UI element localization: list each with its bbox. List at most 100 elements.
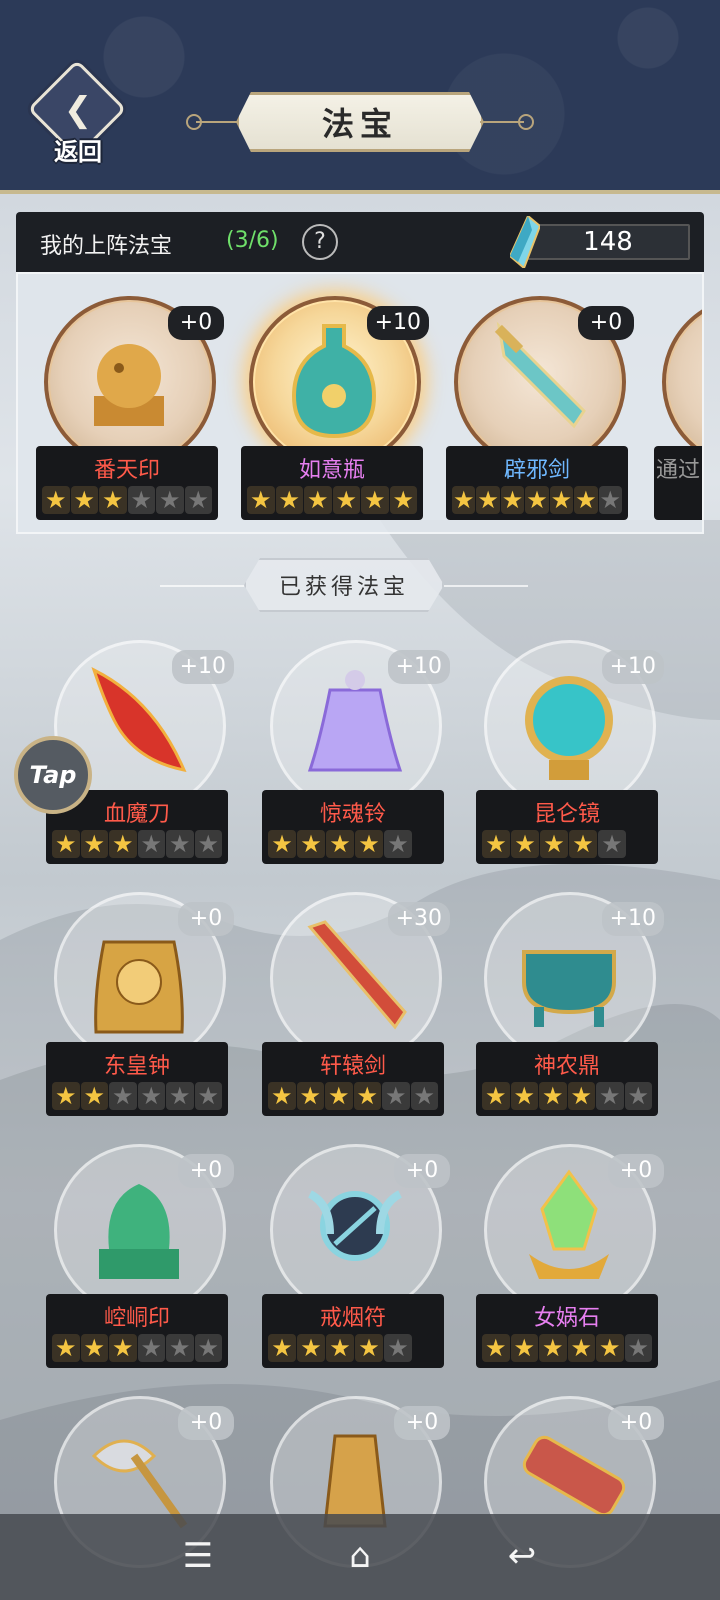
star-filled-icon: ★ bbox=[52, 830, 80, 858]
star-filled-icon: ★ bbox=[596, 1334, 624, 1362]
star-filled-icon: ★ bbox=[511, 830, 539, 858]
star-filled-icon: ★ bbox=[540, 830, 568, 858]
help-button[interactable]: ? bbox=[302, 224, 338, 260]
star-filled-icon: ★ bbox=[304, 486, 332, 514]
obtained-card[interactable]: +10 昆仑镜 ★ ★ ★ ★ ★ bbox=[476, 640, 666, 870]
obtained-card[interactable]: +10 惊魂铃 ★ ★ ★ ★ ★ bbox=[262, 640, 452, 870]
star-filled-icon: ★ bbox=[361, 486, 389, 514]
star-filled-icon: ★ bbox=[268, 1334, 296, 1362]
star-filled-icon: ★ bbox=[42, 486, 70, 514]
star-rating: ★ ★ ★ ★ ★ ★ bbox=[52, 1334, 222, 1362]
header: ❮ 返回 法宝 bbox=[0, 0, 720, 194]
name-plate: 惊魂铃 ★ ★ ★ ★ ★ bbox=[262, 790, 444, 864]
star-filled-icon: ★ bbox=[574, 486, 598, 514]
star-filled-icon: ★ bbox=[80, 1334, 108, 1362]
system-nav-bar: ☰ ⌂ ↩ bbox=[0, 1514, 720, 1600]
section-title-text: 已获得法宝 bbox=[278, 575, 409, 600]
level-badge: +0 bbox=[394, 1154, 450, 1188]
star-filled-icon: ★ bbox=[275, 486, 303, 514]
obtained-card[interactable]: +0 崆峒印 ★ ★ ★ ★ ★ ★ bbox=[46, 1144, 236, 1374]
star-filled-icon: ★ bbox=[109, 1334, 137, 1362]
star-empty-icon: ★ bbox=[127, 486, 155, 514]
star-filled-icon: ★ bbox=[482, 830, 510, 858]
title-ornament-left bbox=[196, 121, 240, 123]
title-knob-left bbox=[186, 114, 202, 130]
star-empty-icon: ★ bbox=[596, 1082, 624, 1110]
star-empty-icon: ★ bbox=[382, 1082, 410, 1110]
obtained-card[interactable]: +0 戒烟符 ★ ★ ★ ★ ★ bbox=[262, 1144, 452, 1374]
back-button[interactable]: ❮ 返回 bbox=[27, 59, 128, 170]
level-badge: +10 bbox=[387, 650, 450, 684]
star-filled-icon: ★ bbox=[109, 830, 137, 858]
star-empty-icon: ★ bbox=[166, 1334, 194, 1362]
level-badge: +0 bbox=[608, 1406, 664, 1440]
star-filled-icon: ★ bbox=[70, 486, 98, 514]
lineup-card[interactable]: +0 番天印 ★ ★ ★ ★ ★ ★ bbox=[36, 296, 226, 526]
star-empty-icon: ★ bbox=[109, 1082, 137, 1110]
star-filled-icon: ★ bbox=[389, 486, 417, 514]
treasure-name: 神农鼎 bbox=[533, 1054, 600, 1079]
name-plate: 女娲石 ★ ★ ★ ★ ★ ★ bbox=[476, 1294, 658, 1368]
star-filled-icon: ★ bbox=[476, 486, 500, 514]
star-filled-icon: ★ bbox=[510, 1334, 538, 1362]
star-rating: ★ ★ ★ ★ ★ ★ bbox=[247, 486, 417, 514]
name-plate: 番天印 ★ ★ ★ ★ ★ ★ bbox=[36, 446, 218, 520]
star-filled-icon: ★ bbox=[52, 1334, 80, 1362]
star-filled-icon: ★ bbox=[52, 1082, 80, 1110]
star-empty-icon: ★ bbox=[156, 486, 184, 514]
level-badge: +10 bbox=[171, 650, 234, 684]
star-rating: ★ ★ ★ ★ ★ ★ bbox=[268, 1082, 438, 1110]
star-filled-icon: ★ bbox=[353, 1082, 381, 1110]
level-badge: +0 bbox=[168, 306, 224, 340]
back-nav-icon[interactable]: ↩ bbox=[492, 1528, 552, 1584]
star-filled-icon: ★ bbox=[325, 1082, 353, 1110]
lineup-partial-card[interactable]: 通过 bbox=[654, 296, 702, 526]
menu-icon[interactable]: ☰ bbox=[168, 1528, 228, 1584]
home-icon[interactable]: ⌂ bbox=[330, 1528, 390, 1584]
obtained-card[interactable]: +30 轩辕剑 ★ ★ ★ ★ ★ ★ bbox=[262, 892, 452, 1122]
treasure-name: 昆仑镜 bbox=[533, 802, 600, 827]
tap-button[interactable]: Tap bbox=[14, 736, 92, 814]
star-filled-icon: ★ bbox=[510, 1082, 538, 1110]
star-filled-icon: ★ bbox=[326, 1334, 354, 1362]
lineup-card[interactable]: +0 辟邪剑 ★ ★ ★ ★ ★ ★ ★ bbox=[446, 296, 636, 526]
currency-amount: 148 bbox=[526, 224, 690, 260]
name-plate: 如意瓶 ★ ★ ★ ★ ★ ★ bbox=[241, 446, 423, 520]
star-filled-icon: ★ bbox=[268, 830, 296, 858]
level-badge: +0 bbox=[178, 902, 234, 936]
star-filled-icon: ★ bbox=[326, 830, 354, 858]
star-filled-icon: ★ bbox=[297, 1334, 325, 1362]
level-badge: +0 bbox=[608, 1154, 664, 1188]
level-badge: +0 bbox=[578, 306, 634, 340]
level-badge: +10 bbox=[601, 902, 664, 936]
treasure-name: 番天印 bbox=[93, 458, 160, 483]
star-empty-icon: ★ bbox=[137, 1334, 165, 1362]
treasure-name: 如意瓶 bbox=[298, 458, 365, 483]
obtained-card[interactable]: +0 东皇钟 ★ ★ ★ ★ ★ ★ bbox=[46, 892, 236, 1122]
star-filled-icon: ★ bbox=[569, 830, 597, 858]
crystal-currency-icon bbox=[510, 216, 540, 268]
star-filled-icon: ★ bbox=[539, 1334, 567, 1362]
treasure-name: 东皇钟 bbox=[103, 1054, 170, 1079]
star-empty-icon: ★ bbox=[137, 1082, 165, 1110]
obtained-card[interactable]: +10 神农鼎 ★ ★ ★ ★ ★ ★ bbox=[476, 892, 666, 1122]
section-line-left bbox=[160, 585, 244, 587]
name-plate: 崆峒印 ★ ★ ★ ★ ★ ★ bbox=[46, 1294, 228, 1368]
treasure-name: 辟邪剑 bbox=[503, 458, 570, 483]
lineup-card[interactable]: +10 如意瓶 ★ ★ ★ ★ ★ ★ bbox=[241, 296, 431, 526]
treasure-name: 戒烟符 bbox=[319, 1306, 386, 1331]
level-badge: +10 bbox=[601, 650, 664, 684]
back-arrow-icon: ❮ bbox=[63, 90, 93, 130]
star-filled-icon: ★ bbox=[247, 486, 275, 514]
treasure-name: 女娲石 bbox=[533, 1306, 600, 1331]
star-rating: ★ ★ ★ ★ ★ bbox=[268, 830, 438, 858]
name-plate: 东皇钟 ★ ★ ★ ★ ★ ★ bbox=[46, 1042, 228, 1116]
star-rating: ★ ★ ★ ★ ★ ★ ★ bbox=[452, 486, 622, 514]
star-filled-icon: ★ bbox=[296, 1082, 324, 1110]
star-rating: ★ ★ ★ ★ ★ ★ bbox=[482, 1334, 652, 1362]
level-badge: +0 bbox=[178, 1406, 234, 1440]
level-badge: +10 bbox=[366, 306, 429, 340]
obtained-card[interactable]: +0 女娲石 ★ ★ ★ ★ ★ ★ bbox=[476, 1144, 666, 1374]
star-empty-icon: ★ bbox=[137, 830, 165, 858]
star-empty-icon: ★ bbox=[624, 1082, 652, 1110]
